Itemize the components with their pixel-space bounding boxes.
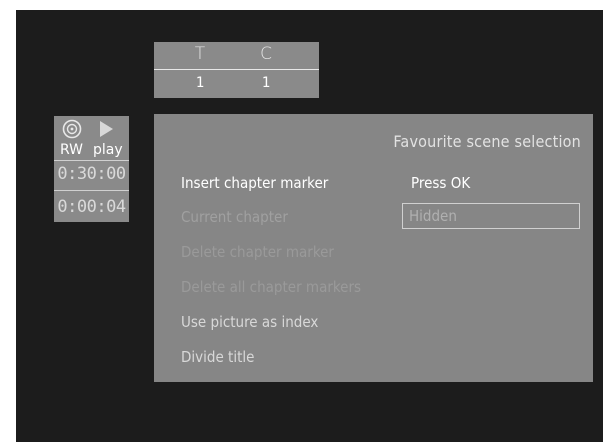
menu-item-divide-title[interactable]: Divide title	[181, 348, 254, 366]
menu-title: Favourite scene selection	[393, 132, 581, 151]
status-divider-middle	[54, 190, 129, 191]
current-chapter-value: Hidden	[409, 207, 457, 225]
current-chapter-field[interactable]: Hidden	[402, 203, 580, 229]
total-time: 0:30:00	[57, 164, 126, 184]
favourite-scene-menu: Favourite scene selection Insert chapter…	[154, 114, 593, 382]
menu-item-insert-chapter-marker[interactable]: Insert chapter marker	[181, 174, 328, 192]
title-chapter-header: T C	[154, 42, 319, 70]
play-icon	[100, 121, 113, 137]
status-icons: RW play	[54, 116, 129, 160]
disc-rw-icon	[62, 119, 82, 139]
insert-chapter-value: Press OK	[411, 174, 471, 192]
disc-status-panel: RW play 0:30:00 0:00:04	[54, 116, 129, 222]
chapter-number: 1	[261, 75, 271, 91]
elapsed-time: 0:00:04	[57, 197, 126, 217]
chapter-header: C	[260, 44, 272, 64]
disc-type-label: RW	[60, 142, 84, 158]
menu-item-use-picture-as-index[interactable]: Use picture as index	[181, 313, 318, 331]
menu-item-delete-all-chapter-markers: Delete all chapter markers	[181, 278, 362, 296]
title-header: T	[194, 44, 206, 64]
status-divider-top	[54, 160, 129, 161]
menu-item-delete-chapter-marker: Delete chapter marker	[181, 243, 334, 261]
title-chapter-indicator: T C 1 1	[154, 42, 319, 98]
title-number: 1	[195, 75, 205, 91]
menu-item-current-chapter[interactable]: Current chapter	[181, 208, 288, 226]
playback-mode-label: play	[93, 142, 123, 158]
